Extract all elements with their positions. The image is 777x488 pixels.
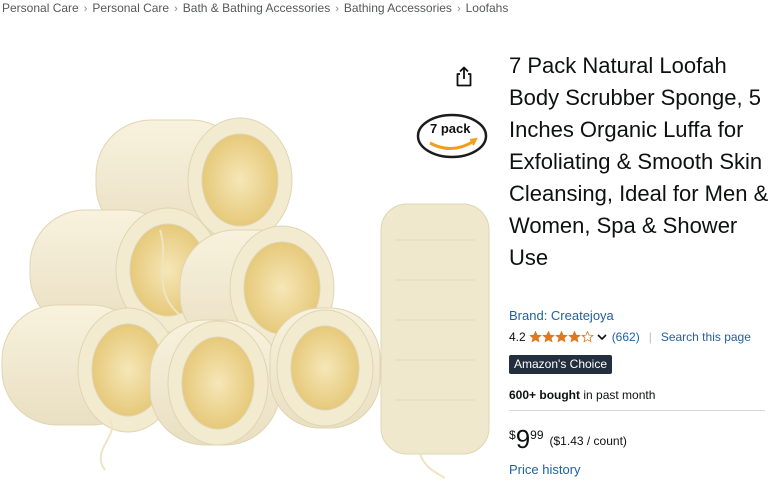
rating-row: 4.2 (662) | Search this page [509, 330, 751, 344]
search-page-link[interactable]: Search this page [661, 330, 751, 344]
chevron-down-icon[interactable] [596, 331, 608, 343]
product-title: 7 Pack Natural Loofah Body Scrubber Spon… [509, 53, 769, 270]
star-icon [580, 331, 594, 343]
divider-line [509, 410, 765, 411]
star-rating[interactable] [528, 331, 594, 343]
breadcrumb-item-personal-care-2[interactable]: Personal Care [92, 1, 169, 15]
breadcrumb-separator: › [83, 3, 88, 15]
star-icon [541, 331, 555, 343]
divider: | [648, 330, 652, 344]
bought-count: 600+ bought in past month [509, 388, 655, 402]
price-whole: 9 [515, 424, 531, 454]
pack-count-label: 7 pack [430, 121, 471, 136]
price-fraction: 99 [530, 428, 544, 442]
review-count[interactable]: (662) [612, 330, 640, 344]
breadcrumb-item-bath-accessories[interactable]: Bath & Bathing Accessories [183, 1, 330, 15]
rating-value: 4.2 [509, 330, 526, 344]
star-icon [528, 331, 542, 343]
breadcrumb-separator: › [174, 3, 178, 15]
bought-period: in past month [583, 388, 656, 402]
breadcrumb: Personal Care › Personal Care › Bath & Bathi… [2, 1, 508, 15]
star-icon [554, 331, 568, 343]
pack-count-badge: 7 pack [416, 113, 488, 159]
price: $ 9 99 ($1.43 / count) [509, 425, 627, 453]
amazons-choice-badge: Amazon's Choice [509, 355, 612, 374]
breadcrumb-item-loofahs[interactable]: Loofahs [466, 1, 509, 15]
price-symbol: $ [509, 428, 516, 442]
bought-count-value: 600+ bought [509, 388, 581, 402]
breadcrumb-separator: › [335, 3, 339, 15]
price-history-link[interactable]: Price history [509, 462, 581, 477]
breadcrumb-separator: › [456, 3, 461, 15]
unit-price: ($1.43 / count) [549, 434, 627, 448]
breadcrumb-item-personal-care[interactable]: Personal Care [2, 1, 79, 15]
star-icon [567, 331, 581, 343]
brand-link[interactable]: Brand: Createjoya [509, 308, 614, 323]
breadcrumb-item-bathing-accessories[interactable]: Bathing Accessories [344, 1, 452, 15]
